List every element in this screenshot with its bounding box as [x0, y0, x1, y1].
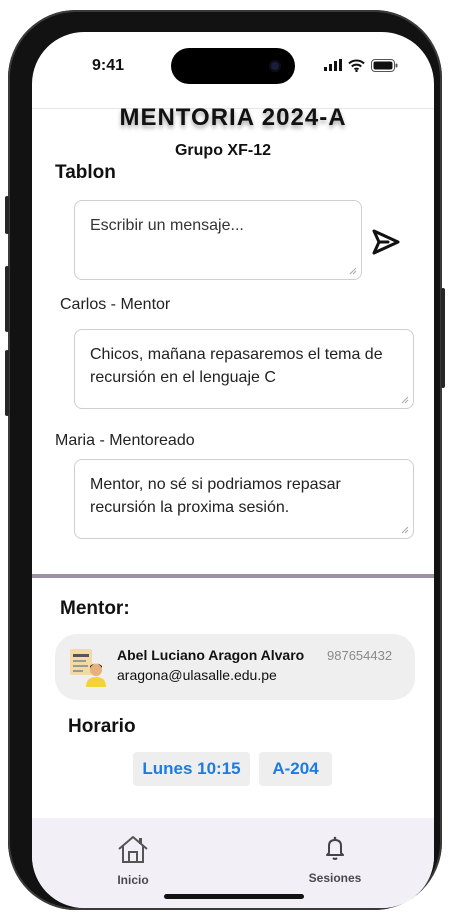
resize-grip-icon[interactable] [401, 526, 409, 534]
message-input-placeholder: Escribir un mensaje... [90, 217, 244, 234]
phone-frame: 9:41 MENTORIA 2024-A Grupo XF-12 Tablon … [5, 10, 445, 910]
resize-grip-icon[interactable] [401, 396, 409, 404]
message-input[interactable]: Escribir un mensaje... [74, 200, 362, 280]
mentor-avatar-icon [70, 649, 106, 687]
camera-icon [269, 60, 281, 72]
message-author: Carlos - Mentor [60, 296, 171, 313]
status-bar: 9:41 [32, 32, 434, 104]
message-text: Mentor, no sé si podriamos repasar recur… [90, 476, 341, 516]
page-title: MENTORIA 2024-A [119, 104, 347, 131]
signal-icon [324, 59, 342, 71]
send-icon[interactable] [370, 226, 402, 258]
nav-item-inicio[interactable]: Inicio [88, 834, 178, 887]
home-indicator[interactable] [164, 894, 304, 899]
status-icons [324, 58, 398, 72]
mentor-name: Abel Luciano Aragon Alvaro [117, 647, 305, 663]
schedule-room-chip[interactable]: A-204 [259, 752, 332, 786]
battery-icon [371, 58, 398, 72]
mentor-email: aragona@ulasalle.edu.pe [117, 667, 277, 683]
mentor-section-title: Mentor: [60, 598, 130, 619]
nav-item-sesiones[interactable]: Sesiones [290, 834, 380, 885]
group-subtitle: Grupo XF-12 [174, 142, 271, 159]
section-divider [32, 574, 434, 578]
mentor-card[interactable]: Abel Luciano Aragon Alvaro 987654432 ara… [55, 634, 415, 700]
mentor-phone: 987654432 [327, 648, 393, 663]
volume-up-button [5, 266, 9, 332]
message-author: Maria - Mentoreado [55, 432, 195, 449]
status-time: 9:41 [92, 57, 125, 74]
nav-label-sesiones: Sesiones [308, 871, 362, 885]
schedule-day-chip[interactable]: Lunes 10:15 [133, 752, 250, 786]
schedule-title: Horario [68, 716, 136, 737]
volume-down-button [5, 350, 9, 416]
message-text: Chicos, mañana repasaremos el tema de re… [90, 346, 383, 386]
home-icon [118, 836, 148, 863]
silent-switch [5, 196, 9, 234]
dynamic-island [171, 48, 295, 84]
wifi-icon [348, 59, 365, 72]
power-button [441, 288, 445, 388]
message-bubble: Chicos, mañana repasaremos el tema de re… [74, 329, 414, 409]
app-screen: 9:41 MENTORIA 2024-A Grupo XF-12 Tablon … [32, 32, 434, 908]
board-title: Tablon [55, 162, 116, 183]
resize-grip-icon[interactable] [349, 267, 357, 275]
nav-label-inicio: Inicio [117, 873, 149, 887]
bell-icon [326, 836, 344, 860]
message-bubble: Mentor, no sé si podriamos repasar recur… [74, 459, 414, 539]
